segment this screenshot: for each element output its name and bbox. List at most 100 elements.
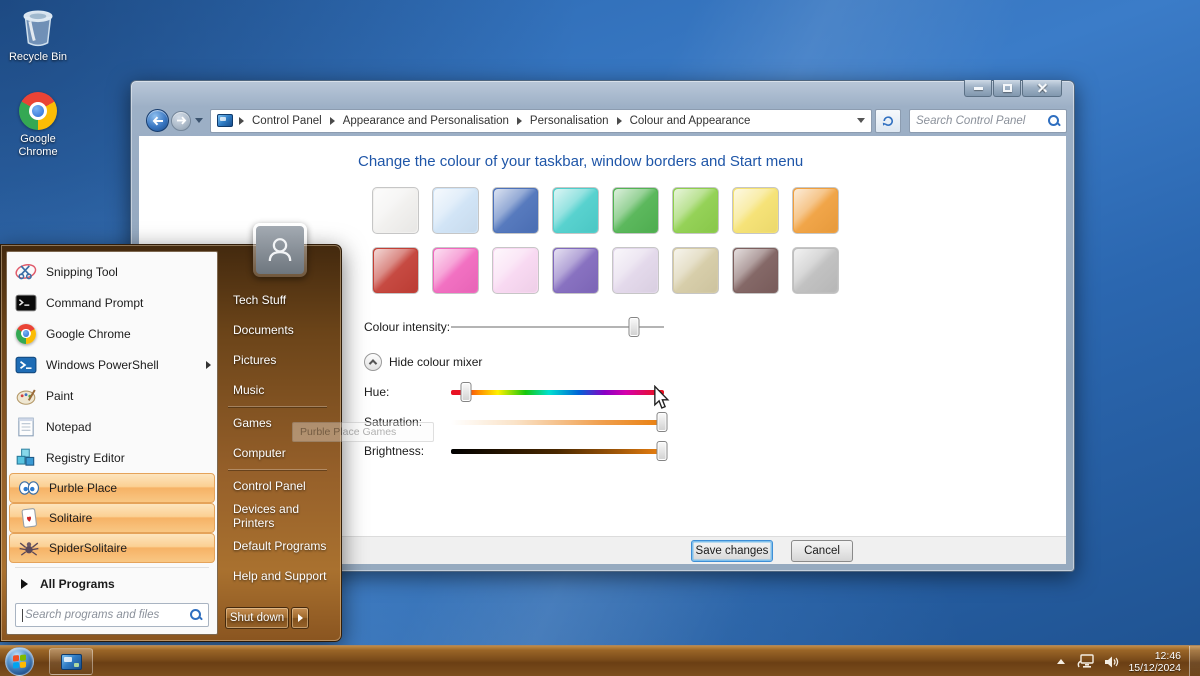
start-menu-divider (228, 469, 327, 470)
colour-swatch-red[interactable] (372, 247, 419, 294)
colour-swatch-brown[interactable] (732, 247, 779, 294)
start-menu-item-snipping-tool[interactable]: Snipping Tool (7, 256, 217, 287)
refresh-button[interactable] (875, 109, 901, 133)
recent-pages-chevron-icon[interactable] (195, 118, 203, 123)
maximize-button[interactable] (993, 80, 1021, 97)
brightness-slider-track[interactable] (451, 449, 664, 454)
show-desktop-button[interactable] (1189, 646, 1200, 676)
colour-swatch-teal[interactable] (552, 187, 599, 234)
hue-slider-thumb[interactable] (460, 382, 471, 402)
start-menu-item-purble-place[interactable]: Purble Place (9, 473, 215, 503)
breadcrumb-appearance-personalisation[interactable]: Appearance and Personalisation (341, 115, 511, 127)
start-menu: Snipping Tool Command Prompt Google Chro… (0, 244, 342, 642)
forward-button[interactable] (171, 111, 191, 131)
colour-swatch-orange[interactable] (792, 187, 839, 234)
close-button[interactable] (1022, 80, 1062, 97)
start-button[interactable] (5, 647, 34, 676)
colour-swatch-yellow[interactable] (732, 187, 779, 234)
back-button[interactable] (146, 109, 169, 132)
colour-swatch-pale-purple[interactable] (612, 247, 659, 294)
save-changes-button[interactable]: Save changes (691, 540, 773, 562)
shut-down-button[interactable]: Shut down (225, 607, 289, 629)
address-dropdown-chevron-icon[interactable] (857, 118, 865, 123)
start-menu-item-devices-and-printers[interactable]: Devices and Printers (218, 501, 337, 531)
saturation-slider-track[interactable] (451, 420, 664, 425)
cancel-button[interactable]: Cancel (791, 540, 853, 562)
brightness-slider[interactable] (451, 449, 664, 454)
start-menu-item-command-prompt[interactable]: Command Prompt (7, 287, 217, 318)
start-menu-item-tech-stuff[interactable]: Tech Stuff (218, 285, 337, 315)
start-menu-item-label: Paint (46, 389, 73, 403)
breadcrumb-control-panel[interactable]: Control Panel (250, 115, 324, 127)
start-menu-item-solitaire[interactable]: Solitaire (9, 503, 215, 533)
colour-swatch-green[interactable] (612, 187, 659, 234)
hue-slider-track[interactable] (451, 390, 664, 395)
taskbar-button-colour-appearance[interactable] (49, 648, 93, 675)
taskbar: 12:46 15/12/2024 (0, 645, 1200, 676)
desktop-icon-google-chrome[interactable]: Google Chrome (0, 92, 76, 159)
colour-swatch-sky-blue[interactable] (432, 187, 479, 234)
colour-swatch-gray[interactable] (792, 247, 839, 294)
start-menu-item-default-programs[interactable]: Default Programs (218, 531, 337, 561)
desktop-background: Recycle Bin Google Chrome Control Panel (0, 0, 1200, 676)
start-menu-item-help-and-support[interactable]: Help and Support (218, 561, 337, 591)
control-panel-search-box[interactable] (909, 109, 1067, 133)
colour-swatch-pink[interactable] (432, 247, 479, 294)
search-icon (1048, 115, 1060, 127)
start-menu-item-computer[interactable]: Computer (218, 438, 337, 468)
hide-colour-mixer-toggle[interactable]: Hide colour mixer (364, 353, 482, 371)
address-bar[interactable]: Control Panel Appearance and Personalisa… (210, 109, 872, 133)
start-menu-item-notepad[interactable]: Notepad (7, 411, 217, 442)
shut-down-arrow-icon (298, 614, 303, 622)
colour-intensity-slider-thumb[interactable] (629, 317, 640, 337)
saturation-slider[interactable] (451, 420, 664, 425)
taskbar-clock[interactable]: 12:46 15/12/2024 (1128, 650, 1181, 674)
shut-down-options-button[interactable] (291, 607, 309, 629)
system-tray: 12:46 15/12/2024 (1057, 646, 1200, 676)
start-menu-item-music[interactable]: Music (218, 375, 337, 405)
brightness-slider-thumb[interactable] (656, 441, 667, 461)
start-menu-divider (228, 406, 327, 407)
notepad-icon (15, 416, 37, 438)
show-hidden-icons-button[interactable] (1057, 659, 1065, 664)
start-menu-search-box[interactable] (15, 603, 209, 627)
colour-swatch-pale-pink[interactable] (492, 247, 539, 294)
colour-swatch-white[interactable] (372, 187, 419, 234)
start-menu-item-control-panel[interactable]: Control Panel (218, 471, 337, 501)
start-menu-item-label: Google Chrome (46, 327, 131, 341)
colour-swatch-purple[interactable] (552, 247, 599, 294)
start-menu-item-documents[interactable]: Documents (218, 315, 337, 345)
breadcrumb-colour-and-appearance[interactable]: Colour and Appearance (628, 115, 753, 127)
colour-intensity-slider[interactable] (451, 326, 664, 328)
user-avatar[interactable] (253, 223, 307, 277)
start-menu-item-label: Notepad (46, 420, 91, 434)
start-menu-item-spidersolitaire[interactable]: SpiderSolitaire (9, 533, 215, 563)
start-menu-item-paint[interactable]: Paint (7, 380, 217, 411)
colour-appearance-window-icon (217, 114, 233, 127)
breadcrumb-personalisation[interactable]: Personalisation (528, 115, 611, 127)
user-avatar-icon (256, 226, 304, 274)
volume-icon[interactable] (1104, 655, 1120, 669)
colour-intensity-label: Colour intensity: (364, 320, 451, 334)
start-menu-search-input[interactable] (25, 609, 186, 621)
all-programs-item[interactable]: All Programs (7, 571, 217, 597)
colour-swatch-blue[interactable] (492, 187, 539, 234)
solitaire-icon (18, 507, 40, 529)
start-menu-item-pictures[interactable]: Pictures (218, 345, 337, 375)
desktop-icon-recycle-bin[interactable]: Recycle Bin (0, 8, 76, 64)
chevron-up-icon (364, 353, 382, 371)
hue-slider[interactable] (451, 390, 664, 395)
hue-row: Hue: (364, 382, 694, 402)
minimize-button[interactable] (964, 80, 992, 97)
submenu-arrow-icon (206, 361, 211, 369)
colour-swatch-tan[interactable] (672, 247, 719, 294)
windows-logo-icon (13, 654, 26, 668)
network-icon[interactable] (1077, 654, 1096, 669)
breadcrumb-separator-icon (239, 117, 244, 125)
start-menu-item-registry-editor[interactable]: Registry Editor (7, 442, 217, 473)
control-panel-search-input[interactable] (916, 115, 1044, 127)
start-menu-item-windows-powershell[interactable]: Windows PowerShell (7, 349, 217, 380)
start-menu-item-google-chrome[interactable]: Google Chrome (7, 318, 217, 349)
text-caret (22, 609, 23, 622)
colour-swatch-lime[interactable] (672, 187, 719, 234)
